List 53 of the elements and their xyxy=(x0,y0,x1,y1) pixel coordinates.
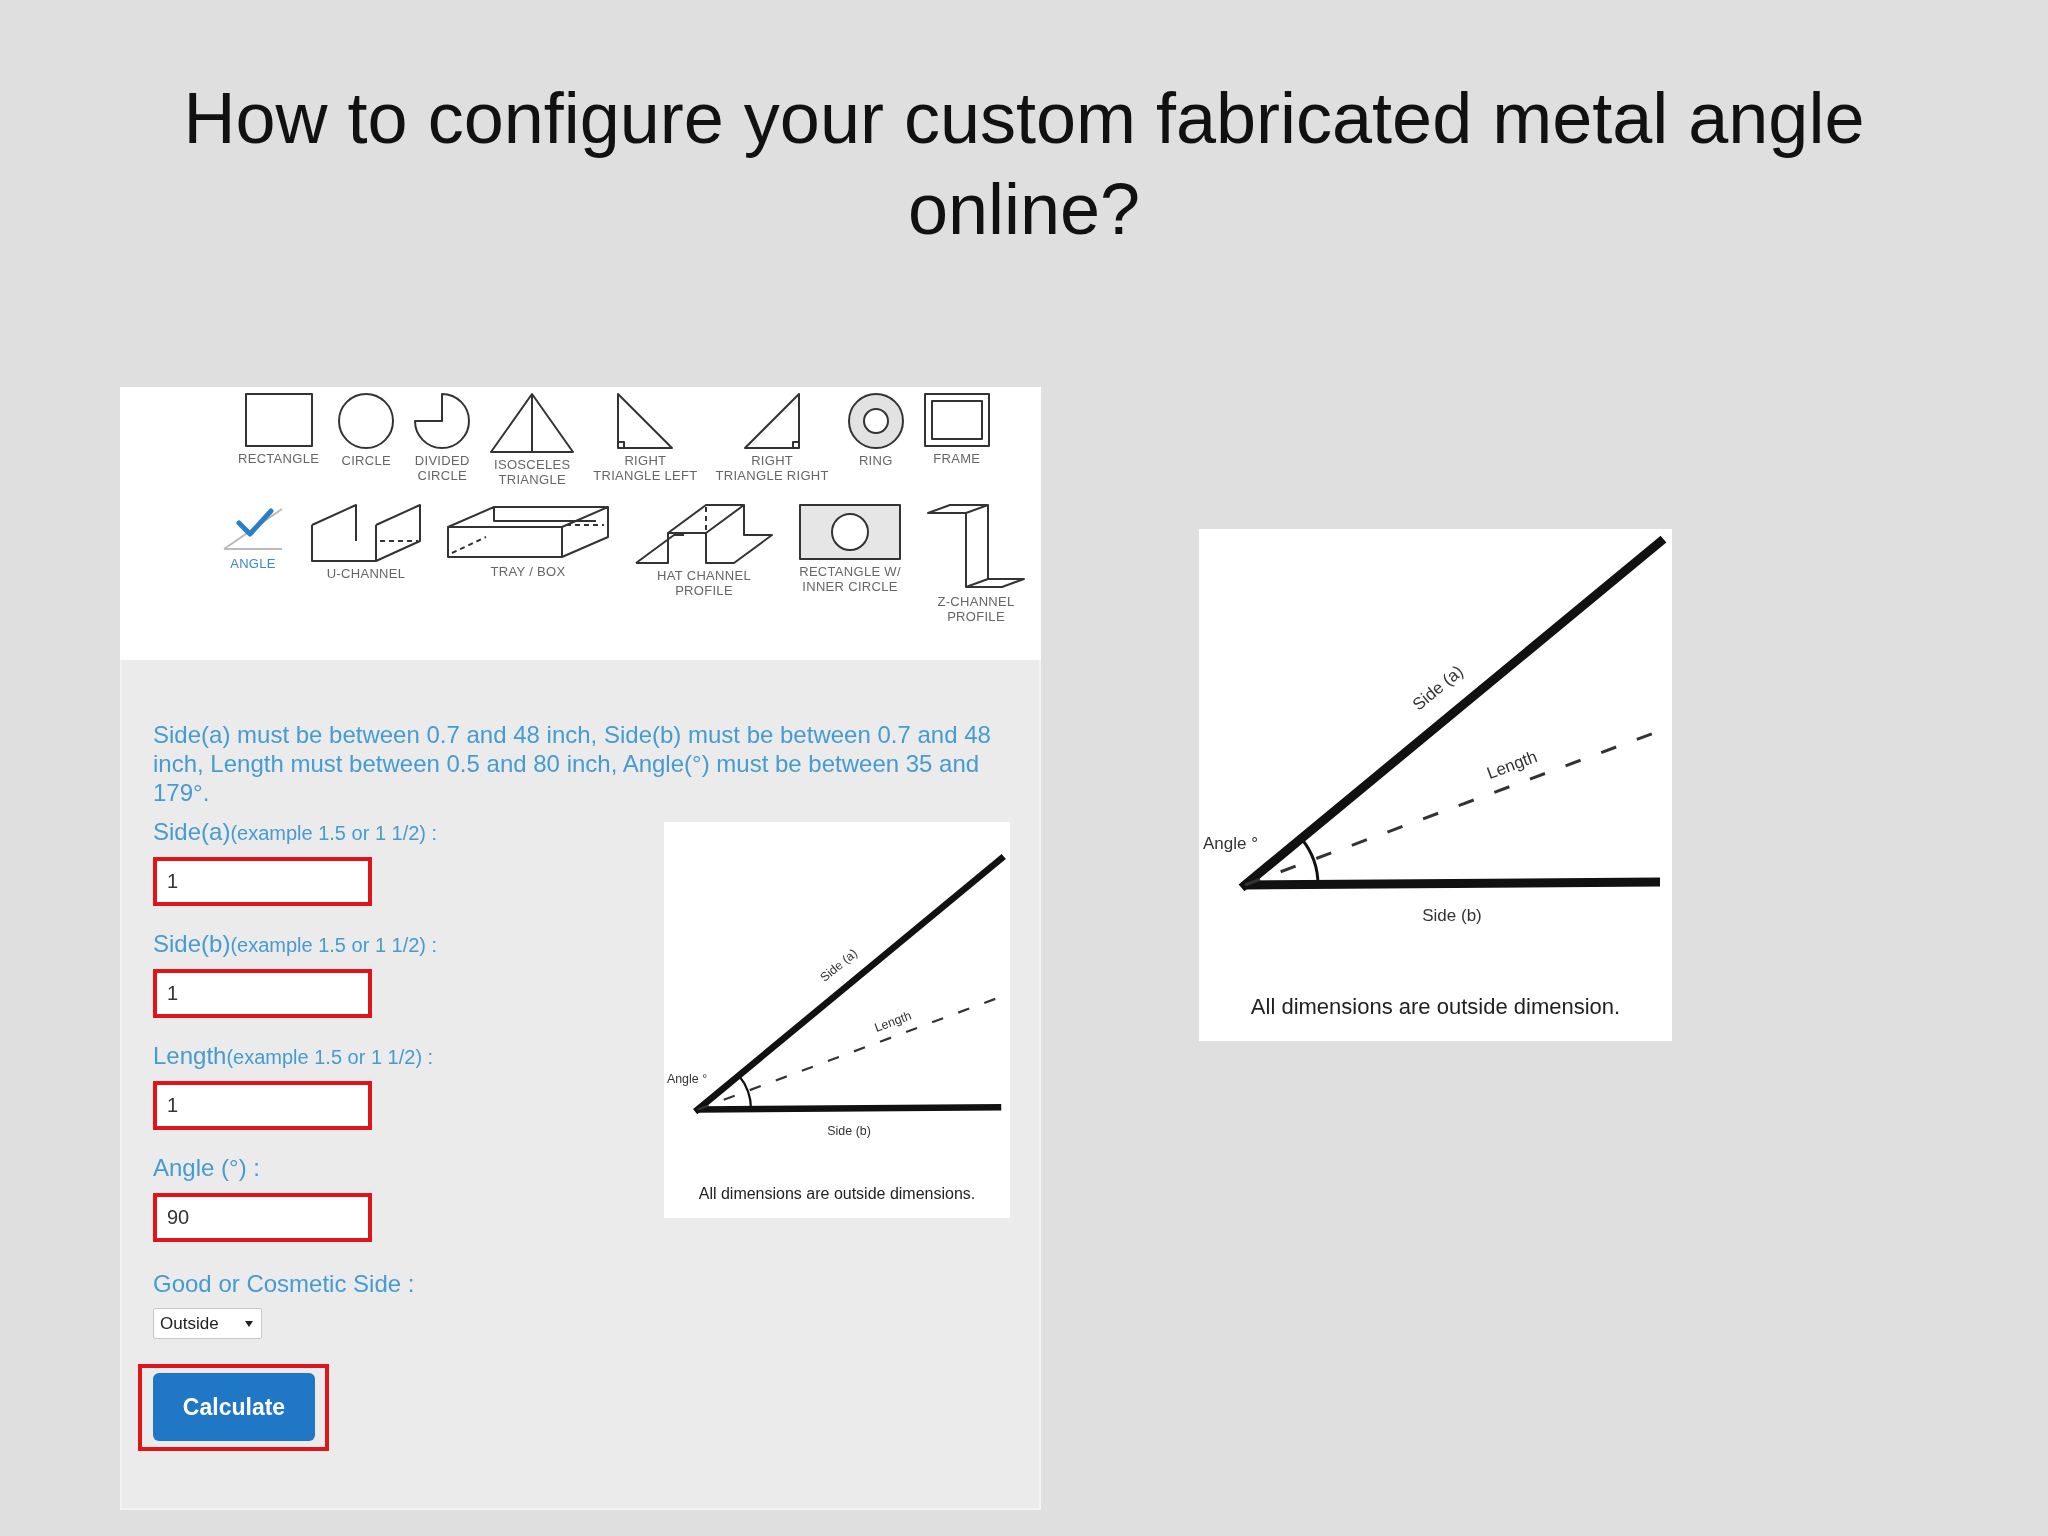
shape-option[interactable]: RING xyxy=(846,392,905,468)
field-label: Length xyxy=(153,1042,227,1069)
shape-option[interactable]: ISOSCELES TRIANGLE xyxy=(489,392,576,487)
notice-text: Side(a) must be between 0.7 and 48 inch, Side(b) must be between 0.7 and 48 inch, Length must between 0.5 and 80 inch, Angle(°) must be between 35 and 179°. xyxy=(153,720,992,807)
frame-icon xyxy=(922,392,991,448)
shape-option[interactable]: TRAY / BOX xyxy=(446,503,610,579)
field-hint: (example 1.5 or 1 1/2) : xyxy=(230,934,438,956)
calculate-button[interactable]: Calculate xyxy=(153,1373,315,1441)
field-hint: (example 1.5 or 1 1/2) : xyxy=(226,1046,434,1068)
shape-option[interactable]: DIVIDED CIRCLE xyxy=(413,392,472,483)
shape-option[interactable]: RECTANGLE xyxy=(238,392,320,466)
right-triangle-icon xyxy=(743,392,802,450)
diagram-label: Length xyxy=(872,1008,914,1035)
diagram-label: Side (a) xyxy=(817,946,861,985)
input-field[interactable]: 1 xyxy=(153,969,372,1018)
field-hint: (example 1.5 or 1 1/2) : xyxy=(230,822,438,844)
shape-option[interactable]: RIGHT TRIANGLE RIGHT xyxy=(715,392,829,483)
input-field[interactable]: 1 xyxy=(153,1081,372,1130)
diagram-label: Angle ° xyxy=(666,1071,708,1086)
shape-option[interactable]: FRAME xyxy=(922,392,991,466)
diagram-caption: All dimensions are outside dimension. xyxy=(1249,993,1622,1021)
shape-option[interactable]: Z-CHANNEL PROFILE xyxy=(926,503,1026,624)
field-label: Angle (°) : xyxy=(153,1154,260,1181)
shape-option[interactable]: ANGLE xyxy=(220,503,286,571)
rectangle-icon xyxy=(243,392,314,448)
slide-title: How to configure your custom fabricated metal angle online? xyxy=(182,77,1866,251)
ring-icon xyxy=(846,392,905,450)
field-label: Good or Cosmetic Side : xyxy=(153,1269,415,1299)
diagram-label: Side (b) xyxy=(1422,905,1482,925)
right-triangle-icon xyxy=(616,392,675,450)
shape-option[interactable]: RIGHT TRIANGLE LEFT xyxy=(593,392,698,483)
dropdown[interactable]: Outside xyxy=(153,1308,262,1339)
shape-option[interactable]: U-CHANNEL xyxy=(310,503,422,581)
caret-icon xyxy=(245,1320,253,1327)
diagram-label: Angle ° xyxy=(1203,833,1258,853)
tray-icon xyxy=(446,503,610,561)
triangle-icon xyxy=(489,392,576,454)
diagram-caption: All dimensions are outside dimensions. xyxy=(697,1184,977,1204)
input-field[interactable]: 1 xyxy=(153,857,372,906)
shape-option[interactable]: CIRCLE xyxy=(337,392,396,468)
field-label: Side(a) xyxy=(153,818,231,845)
z-channel-icon xyxy=(926,503,1026,591)
shape-option[interactable]: RECTANGLE W/ INNER CIRCLE xyxy=(798,503,902,594)
u-channel-icon xyxy=(310,503,422,563)
input-field[interactable]: 90 xyxy=(153,1193,372,1242)
circle-icon xyxy=(337,392,396,450)
check-icon xyxy=(235,507,275,539)
diagram-label: Length xyxy=(1484,747,1540,783)
diagram-label: Side (a) xyxy=(1409,661,1467,715)
diagram-label: Side (b) xyxy=(827,1124,871,1139)
field-label: Side(b) xyxy=(153,930,231,957)
shape-option[interactable]: HAT CHANNEL PROFILE xyxy=(634,503,774,598)
hat-channel-icon xyxy=(634,503,774,565)
